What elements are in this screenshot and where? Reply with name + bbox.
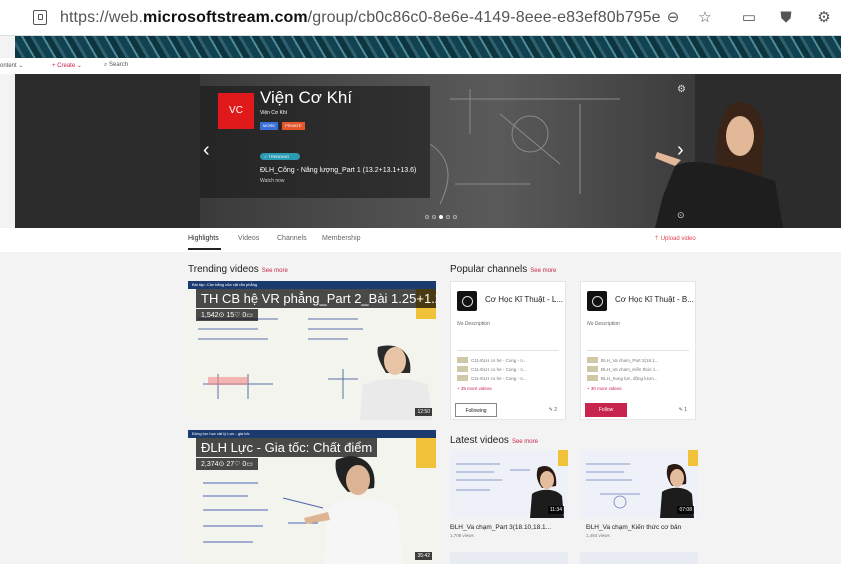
extension-icon[interactable]: ▭ [740, 9, 758, 27]
channel-video-item[interactable]: ĐLH_Xung lực, động lượn... [587, 374, 659, 383]
active-tab-indicator [188, 248, 221, 250]
carousel-dot[interactable] [432, 215, 436, 219]
latest-video-3-partial[interactable] [450, 552, 568, 564]
follower-count: ✎ 1 [679, 407, 687, 413]
channel-video-item[interactable]: ĐLH_Va cham_Part 3(18.1... [587, 356, 659, 365]
follower-count: ✎ 2 [549, 407, 557, 413]
gear-icon[interactable]: ⚙ [677, 84, 686, 95]
favorite-icon[interactable]: ☆ [696, 9, 714, 27]
channel-video-item[interactable]: ĐLH_Va cham_Kiến thức c... [587, 365, 659, 374]
browser-toolbar: https://web.microsoftstream.com/group/cb… [0, 0, 841, 36]
popular-title: Popular channels [450, 264, 528, 275]
search-link[interactable]: ⌕ Search [104, 62, 128, 69]
latest-video-2-title[interactable]: ĐLH_Va chạm_Kiến thức cơ bản [586, 524, 681, 531]
channel-name[interactable]: Cơ Học Kĩ Thuật - B... [615, 295, 694, 304]
tab-videos[interactable]: Videos [238, 235, 259, 242]
url-prefix: https://web. [60, 9, 144, 26]
divider [457, 350, 559, 351]
popular-heading: Popular channels See more [450, 264, 556, 275]
carousel-dot[interactable] [425, 215, 429, 219]
group-tabs: Highlights Videos Channels Membership ⇡ … [0, 228, 841, 252]
channel-avatar [587, 291, 607, 311]
next-arrow-icon[interactable]: › [677, 139, 684, 162]
channel-video-list: ĐLH_Va cham_Part 3(18.1... ĐLH_Va cham_K… [587, 356, 659, 383]
group-banner [15, 36, 841, 58]
url-domain: microsoftstream.com [143, 9, 308, 26]
latest-video-2-views: 1,484 views [586, 533, 610, 538]
channel-name[interactable]: Cơ Học Kĩ Thuật - L... [485, 295, 563, 304]
carousel-dots [425, 215, 457, 219]
follower-count-value: 2 [554, 407, 557, 413]
site-info-icon[interactable] [33, 10, 47, 25]
video-title: TH CB hệ VR phẳng_Part 2_Bài 1.25+1.29 [196, 289, 436, 308]
settings-icon[interactable]: ⚙ [815, 9, 833, 27]
create-menu[interactable]: + Create ⌄ [52, 62, 82, 69]
channel-video-list: C11-ĐLH co he - Cong - n... C11-ĐLH co h… [457, 356, 527, 383]
follow-button[interactable]: Follow [585, 403, 627, 417]
shield-icon[interactable]: ⛊ [777, 9, 795, 27]
hero-title[interactable]: Viện Cơ Khí [260, 88, 352, 108]
latest-video-1-title[interactable]: ĐLH_Va chạm_Part 3(18.10,18.1... [450, 524, 551, 531]
more-videos-link[interactable]: + 35 more videos [457, 386, 492, 391]
latest-title: Latest videos [450, 435, 509, 446]
watch-now-link[interactable]: Watch now [260, 178, 285, 184]
latest-video-2[interactable]: 07:08 [580, 450, 698, 518]
channel-logo[interactable]: VC [218, 93, 254, 129]
video-duration: 35:42 [415, 552, 432, 560]
trending-badge: ✓ TRENDING [260, 153, 300, 160]
latest-video-4-partial[interactable] [580, 552, 698, 564]
latest-see-more[interactable]: See more [512, 439, 538, 445]
latest-video-1[interactable]: 11:34 [450, 450, 568, 518]
latest-video-1-views: 1,708 views [450, 533, 474, 538]
zoom-icon[interactable]: ⊖ [664, 9, 682, 27]
following-button[interactable]: Following [455, 403, 497, 417]
tab-channels[interactable]: Channels [277, 235, 307, 242]
prev-arrow-icon[interactable]: ‹ [203, 139, 210, 162]
presenter-image [655, 102, 783, 228]
hero-subtitle: Viện Cơ Khí [260, 110, 288, 116]
channel-card-2[interactable]: Cơ Học Kĩ Thuật - B... No Description ĐL… [580, 281, 696, 420]
content-menu[interactable]: ontent ⌄ [0, 62, 23, 69]
channel-card-1[interactable]: Cơ Học Kĩ Thuật - L... No Description C1… [450, 281, 566, 420]
video-topbar: Động lực học vật lý Lực - gia tốc [188, 430, 436, 438]
channel-avatar [457, 291, 477, 311]
channel-video-item[interactable]: C11-ĐLH co he - Cong - n... [457, 356, 527, 365]
url-path: /group/cb0c86c0-8e6e-4149-8eee-e83ef80b7… [307, 9, 661, 26]
badge-private: PRIVATE [282, 122, 305, 130]
tab-membership[interactable]: Membership [322, 235, 361, 242]
follower-count-value: 1 [684, 407, 687, 413]
hero-video-title[interactable]: ĐLH_Công - Năng lượng_Part 1 (13.2+13.1+… [260, 167, 416, 174]
popular-see-more[interactable]: See more [530, 268, 556, 274]
upload-video-button[interactable]: ⇡ Upload video [654, 235, 696, 242]
video-title: ĐLH Lực - Gia tốc: Chất điểm [196, 438, 378, 457]
trending-video-1[interactable]: Bài tập: Cân bằng của vật rắn phẳng TH C… [188, 281, 436, 420]
latest-heading: Latest videos See more [450, 435, 538, 446]
channel-description: No Description [457, 321, 490, 327]
tab-highlights[interactable]: Highlights [188, 235, 219, 242]
trending-heading: Trending videos See more [188, 264, 288, 275]
stream-nav: ontent ⌄ + Create ⌄ ⌕ Search [0, 58, 841, 74]
video-stats: 2,374⊙ 27♡ 0▭ [196, 458, 258, 470]
carousel-dot[interactable] [453, 215, 457, 219]
video-duration: 11:34 [547, 506, 564, 514]
more-videos-link[interactable]: + 30 more videos [587, 386, 622, 391]
channel-video-item[interactable]: C11-ĐLH co he - Cong - n... [457, 374, 527, 383]
video-duration: 07:08 [677, 506, 694, 514]
carousel-dot[interactable] [446, 215, 450, 219]
badge-more: MORE [260, 122, 278, 130]
video-topbar: Bài tập: Cân bằng của vật rắn phẳng [188, 281, 436, 289]
trending-video-2[interactable]: Động lực học vật lý Lực - gia tốc ĐLH Lự… [188, 430, 436, 564]
hero-carousel: VC Viện Cơ Khí Viện Cơ Khí MORE PRIVATE … [15, 74, 841, 228]
address-bar[interactable]: https://web.microsoftstream.com/group/cb… [60, 9, 661, 27]
video-duration: 12:50 [415, 408, 432, 416]
video-stats: 1,542⊙ 15♡ 0▭ [196, 309, 258, 321]
divider [587, 350, 689, 351]
channel-video-item[interactable]: C11-ĐLH co he - Cong - n... [457, 365, 527, 374]
trending-title: Trending videos [188, 264, 259, 275]
trending-see-more[interactable]: See more [262, 268, 288, 274]
channel-description: No Description [587, 321, 620, 327]
carousel-dot-active[interactable] [439, 215, 443, 219]
settings-circle-icon[interactable]: ⊙ [677, 210, 685, 221]
